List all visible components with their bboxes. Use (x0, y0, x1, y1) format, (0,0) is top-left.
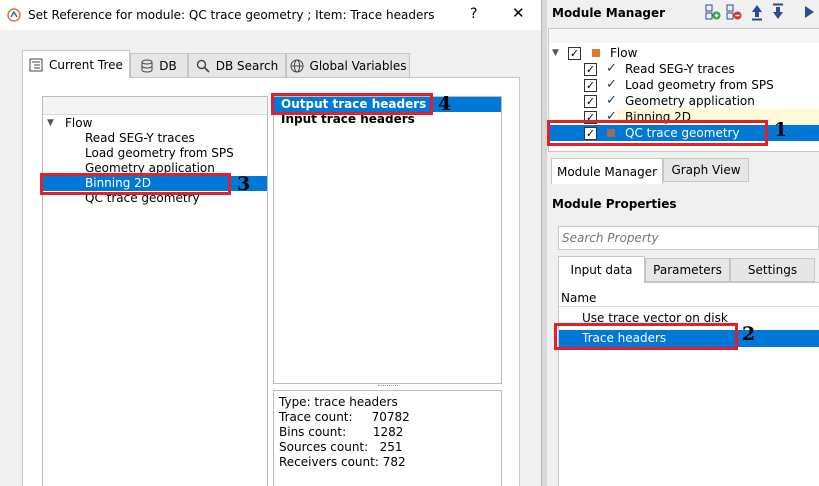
annotation-number-2: 2 (742, 323, 756, 345)
tab-parameters[interactable]: Parameters (645, 258, 730, 282)
tab-settings-label: Settings (747, 263, 798, 277)
tree-header (43, 97, 267, 115)
flow-expand-icon[interactable]: ▼ (552, 46, 559, 61)
tab-db[interactable]: DB (130, 53, 188, 78)
info-trace-count: Trace count: 70782 (279, 410, 410, 424)
tree-expand-icon[interactable]: ▼ (47, 116, 54, 131)
tab-input-data-label: Input data (570, 263, 633, 277)
items-pane (273, 96, 502, 384)
module-tree-header (549, 29, 819, 43)
info-bins-count: Bins count: 1282 (279, 425, 404, 439)
tree-icon (29, 58, 43, 71)
move-up-icon[interactable] (750, 3, 764, 21)
move-down-icon[interactable] (771, 3, 785, 21)
tree-item-load-geometry[interactable]: Load geometry from SPS (85, 146, 234, 161)
dialog-title: Set Reference for module: QC trace geome… (28, 8, 435, 22)
annotation-box-binning-2d (40, 173, 231, 195)
annotation-box-trace-headers (554, 323, 738, 350)
help-button[interactable]: ? (470, 7, 477, 22)
module-read-segy[interactable]: Read SEG-Y traces (625, 62, 735, 77)
module-manager-title: Module Manager (552, 6, 666, 20)
properties-column-name: Name (561, 291, 597, 305)
module-properties-title: Module Properties (552, 197, 677, 211)
enabled-check-icon: ✓ (606, 93, 617, 108)
annotation-number-1: 1 (774, 119, 788, 141)
tab-module-manager-label: Module Manager (556, 164, 658, 179)
enabled-check-icon: ✓ (606, 61, 617, 76)
module-geometry-application[interactable]: Geometry application (625, 94, 755, 109)
enabled-check-icon: ✓ (606, 77, 617, 92)
module-load-geometry[interactable]: Load geometry from SPS (625, 78, 774, 93)
module-manager-panel: Module Manager ▼ ✓ Flow ✓ ✓ Read SEG-Y t… (547, 0, 819, 486)
module-checkbox-geometry-application[interactable]: ✓ (584, 95, 597, 108)
tab-parameters-label: Parameters (653, 263, 722, 277)
flow-root-label[interactable]: Flow (610, 46, 637, 61)
search-property-input[interactable] (558, 226, 819, 250)
tab-db-label: DB (159, 58, 177, 73)
app-logo-icon (7, 8, 21, 22)
search-icon (196, 59, 210, 73)
dialog-titlebar: Set Reference for module: QC trace geome… (0, 0, 541, 30)
info-receivers-count: Receivers count: 782 (279, 455, 406, 469)
tab-graph-view-label: Graph View (671, 163, 741, 177)
info-type: Type: trace headers (279, 395, 398, 409)
tab-db-search-label: DB Search (215, 58, 279, 73)
remove-module-icon[interactable] (726, 4, 742, 20)
flow-square-icon (592, 49, 600, 57)
pane-splitter-handle[interactable] (378, 385, 398, 388)
tab-global-variables[interactable]: Global Variables (286, 53, 410, 78)
module-checkbox-read-segy[interactable]: ✓ (584, 63, 597, 76)
tab-input-data[interactable]: Input data (558, 256, 645, 283)
annotation-number-3: 3 (237, 173, 251, 195)
tab-graph-view[interactable]: Graph View (663, 158, 749, 182)
flow-checkbox[interactable]: ✓ (568, 47, 581, 60)
tab-current-tree[interactable]: Current Tree (22, 50, 130, 78)
tab-global-variables-label: Global Variables (309, 58, 407, 73)
tab-db-search[interactable]: DB Search (188, 53, 286, 78)
globe-icon (290, 59, 304, 72)
tab-current-tree-label: Current Tree (49, 57, 123, 72)
annotation-box-qc-module (547, 120, 768, 146)
module-checkbox-load-geometry[interactable]: ✓ (584, 79, 597, 92)
info-sources-count: Sources count: 251 (279, 440, 403, 454)
close-button[interactable]: ✕ (512, 6, 525, 21)
reference-dialog: Set Reference for module: QC trace geome… (0, 0, 541, 486)
tree-item-read-segy[interactable]: Read SEG-Y traces (85, 131, 195, 146)
database-icon (141, 59, 153, 72)
properties-header (559, 289, 819, 307)
run-icon[interactable] (803, 5, 815, 19)
annotation-number-4: 4 (438, 93, 452, 115)
tab-module-manager[interactable]: Module Manager (551, 158, 663, 184)
add-module-icon[interactable] (705, 4, 721, 20)
tab-settings[interactable]: Settings (730, 258, 815, 282)
annotation-box-output-trace-headers (271, 93, 433, 115)
tree-root-flow[interactable]: Flow (65, 116, 92, 131)
